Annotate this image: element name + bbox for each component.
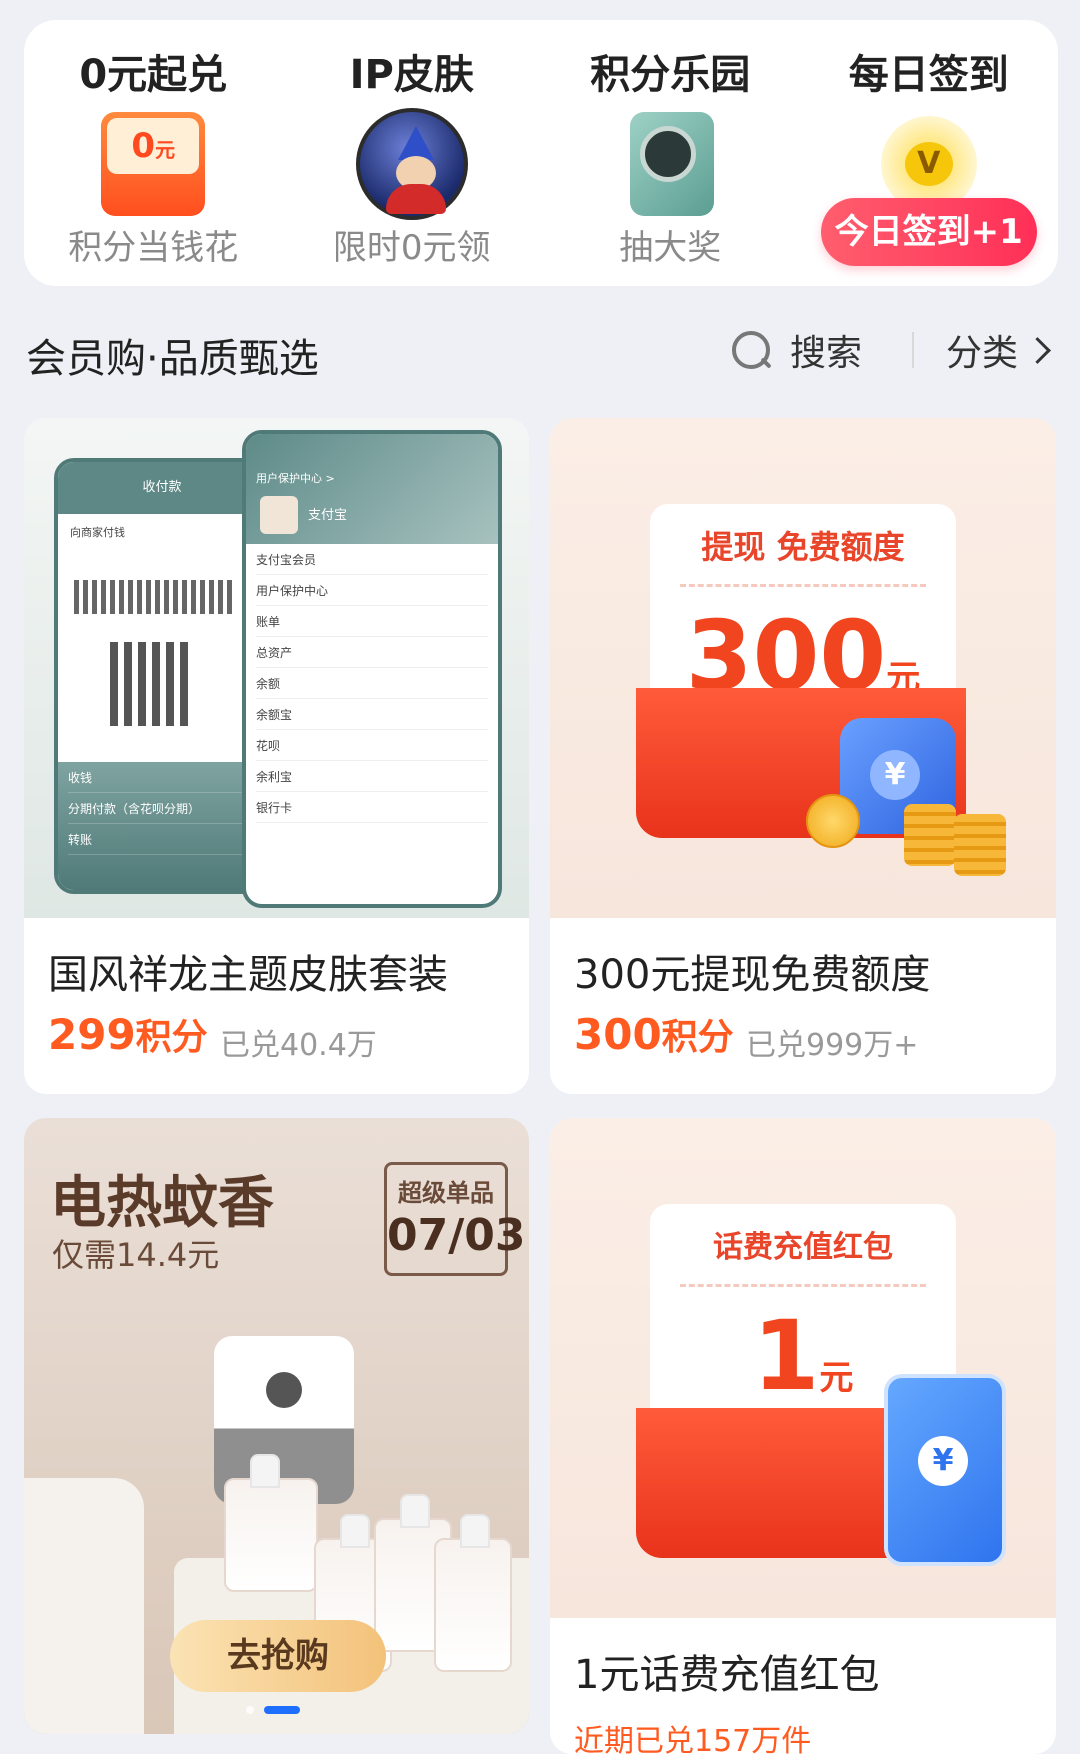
- benefit-title: 每日签到: [848, 52, 1009, 98]
- benefit-title: 0元起兑: [79, 52, 228, 98]
- header-divider: [912, 332, 914, 368]
- benefit-subtitle: 限时0元领: [332, 228, 491, 268]
- product-sold-count: 已兑999万+: [746, 1028, 919, 1063]
- product-image: 收付款 向商家付钱 收钱 分期付款（含花呗分期） 转账 用户保护中心 > 支付宝…: [24, 418, 529, 918]
- carousel-dot: [246, 1706, 254, 1714]
- product-card-phone-topup[interactable]: 话费充值红包 1元 ¥ 1元话费充值红包 近期已兑157万件: [550, 1118, 1056, 1754]
- buy-now-button[interactable]: 去抢购: [170, 1620, 386, 1692]
- product-price: 299积分: [48, 1010, 208, 1059]
- benefits-card: 0元起兑 0元 积分当钱花 IP皮肤 限时0元领 积分乐园 抽大奖 每日签到 V…: [24, 20, 1058, 286]
- benefit-subtitle: 抽大奖: [619, 228, 722, 268]
- qr-code: [110, 642, 194, 726]
- benefit-ip-skin[interactable]: IP皮肤 限时0元领: [283, 20, 542, 286]
- product-sold-count: 近期已兑157万件: [574, 1724, 812, 1754]
- barcode: [74, 580, 234, 614]
- phone-prize-icon: [614, 108, 726, 220]
- coin-stack-icon: [954, 814, 1006, 876]
- coin-stack-icon: [904, 804, 956, 866]
- carousel-dot-active: [264, 1706, 300, 1714]
- search-label: 搜索: [790, 333, 863, 374]
- phone-yen-icon: ¥: [884, 1374, 1006, 1566]
- sofa-image: [24, 1478, 144, 1734]
- product-image: 提现 免费额度 300元 ¥: [550, 418, 1056, 918]
- category-label: 分类: [946, 333, 1019, 374]
- ad-date-badge: 超级单品 07/03: [384, 1162, 526, 1276]
- product-card-withdraw-quota[interactable]: 提现 免费额度 300元 ¥ 300元提现免费额度 300积分 已兑999万+: [550, 418, 1056, 1094]
- bottle-image: [434, 1514, 512, 1672]
- phone-mockup-home: 用户保护中心 > 支付宝 支付宝会员 用户保护中心 账单 总资产 余额 余额宝 …: [242, 430, 502, 908]
- ad-title: 电热蚊香: [50, 1171, 274, 1236]
- chevron-right-icon: [1024, 336, 1051, 364]
- product-name: 国风祥龙主题皮肤套装: [48, 952, 448, 998]
- mockup-title: 收付款: [58, 462, 266, 514]
- benefit-daily-signin[interactable]: 每日签到 V 今日签到+1: [800, 20, 1059, 286]
- zero-yuan-coupon-icon: 0元: [97, 108, 209, 220]
- carousel-indicator: [246, 1706, 300, 1714]
- benefit-subtitle: 积分当钱花: [68, 228, 239, 268]
- promo-banner-mosquito[interactable]: 电热蚊香 仅需14.4元 超级单品 07/03 去抢购: [24, 1118, 529, 1734]
- coin-icon: [806, 794, 860, 848]
- section-title: 会员购·品质甄选: [26, 336, 319, 382]
- benefit-title: 积分乐园: [590, 52, 751, 98]
- signin-button[interactable]: 今日签到+1: [820, 198, 1037, 266]
- product-card-dragon-skin[interactable]: 收付款 向商家付钱 收钱 分期付款（含花呗分期） 转账 用户保护中心 > 支付宝…: [24, 418, 529, 1094]
- search-icon: [730, 329, 772, 371]
- mockup-row: 向商家付钱: [70, 526, 125, 539]
- search-button[interactable]: 搜索: [730, 322, 862, 378]
- ad-subtitle: 仅需14.4元: [52, 1236, 220, 1274]
- benefit-zero-redeem[interactable]: 0元起兑 0元 积分当钱花: [24, 20, 283, 286]
- product-price: 300积分: [574, 1010, 734, 1059]
- product-name: 1元话费充值红包: [574, 1652, 880, 1698]
- ip-character-avatar: [355, 108, 468, 220]
- benefit-title: IP皮肤: [349, 52, 474, 98]
- product-image: 话费充值红包 1元 ¥: [550, 1118, 1056, 1618]
- bottle-image: [224, 1454, 318, 1592]
- category-button[interactable]: 分类: [946, 322, 1051, 378]
- phone-mockup-pay: 收付款 向商家付钱 收钱 分期付款（含花呗分期） 转账: [54, 458, 270, 894]
- product-name: 300元提现免费额度: [574, 952, 931, 998]
- benefit-points-park[interactable]: 积分乐园 抽大奖: [541, 20, 800, 286]
- product-sold-count: 已兑40.4万: [220, 1028, 377, 1063]
